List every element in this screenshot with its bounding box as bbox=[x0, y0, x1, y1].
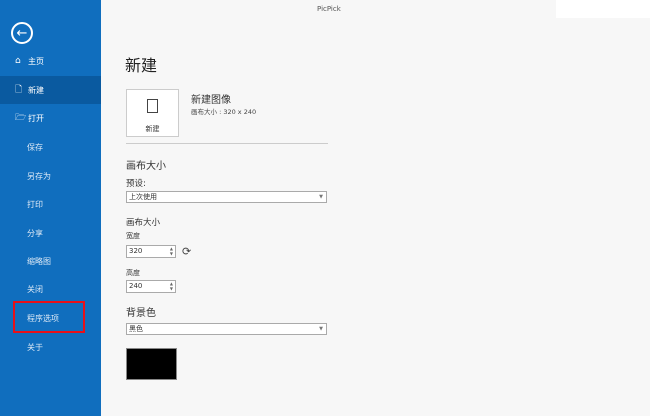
stepper-arrows-icon[interactable]: ▲ ▼ bbox=[170, 246, 173, 256]
width-label: 宽度 bbox=[126, 232, 140, 240]
sidebar-item-save-as[interactable]: 另存为 bbox=[0, 162, 101, 190]
height-value: 240 bbox=[129, 282, 143, 290]
sidebar-item-label: 主页 bbox=[28, 56, 44, 66]
new-image-size: 画布大小 : 320 x 240 bbox=[191, 108, 257, 116]
new-button-label: 新建 bbox=[145, 125, 160, 133]
window-controls[interactable] bbox=[556, 0, 650, 18]
width-value: 320 bbox=[129, 247, 143, 255]
background-color-label: 背景色 bbox=[126, 308, 156, 319]
sidebar-item-home[interactable]: ⌂ 主页 bbox=[0, 47, 101, 75]
background-color-select[interactable]: 黑色 ▼ bbox=[126, 323, 327, 335]
page-title: 新建 bbox=[125, 56, 158, 75]
chevron-down-icon: ▼ bbox=[319, 326, 323, 332]
sidebar-item-close[interactable]: 关闭 bbox=[0, 275, 101, 303]
sidebar-item-thumbnail[interactable]: 缩略图 bbox=[0, 247, 101, 275]
canvas-size-label: 画布大小 bbox=[126, 218, 161, 228]
back-arrow-icon[interactable]: ← bbox=[11, 22, 33, 44]
height-label: 高度 bbox=[126, 269, 140, 277]
sidebar-item-open[interactable]: 🗁 打开 bbox=[0, 104, 101, 132]
highlight-box bbox=[13, 301, 85, 333]
sidebar-item-about[interactable]: 关于 bbox=[0, 333, 101, 361]
preset-select[interactable]: 上次使用 ▼ bbox=[126, 191, 327, 203]
background-color-swatch[interactable] bbox=[126, 348, 177, 380]
stepper-arrows-icon[interactable]: ▲ ▼ bbox=[170, 281, 173, 291]
sidebar: ← ⌂ 主页 🗋 新建 🗁 打开 保存 另存为 打印 分享 缩略图 关闭 程序选项 关… bbox=[0, 0, 101, 416]
refresh-icon[interactable]: ⟳ bbox=[182, 245, 191, 258]
background-color-value: 黑色 bbox=[129, 325, 143, 333]
sidebar-item-share[interactable]: 分享 bbox=[0, 219, 101, 247]
window-title: PicPick bbox=[317, 5, 341, 13]
folder-open-icon: 🗁 bbox=[15, 113, 27, 123]
new-image-title: 新建图像 bbox=[191, 95, 231, 106]
sidebar-item-save[interactable]: 保存 bbox=[0, 133, 101, 161]
sidebar-item-print[interactable]: 打印 bbox=[0, 190, 101, 218]
home-icon: ⌂ bbox=[15, 56, 21, 66]
document-icon: 🗋 bbox=[15, 85, 23, 95]
width-stepper[interactable]: 320 ▲ ▼ bbox=[126, 245, 176, 258]
height-stepper[interactable]: 240 ▲ ▼ bbox=[126, 280, 176, 293]
canvas-section-heading: 画布大小 bbox=[126, 161, 166, 172]
sidebar-item-label: 新建 bbox=[28, 85, 44, 95]
new-image-button[interactable]: 新建 bbox=[126, 89, 179, 137]
divider bbox=[126, 143, 328, 144]
preset-value: 上次使用 bbox=[129, 193, 157, 201]
sidebar-item-new[interactable]: 🗋 新建 bbox=[0, 76, 101, 104]
sidebar-item-label: 打开 bbox=[28, 113, 44, 123]
document-icon bbox=[147, 99, 158, 113]
chevron-down-icon: ▼ bbox=[319, 194, 323, 200]
preset-label: 预设: bbox=[126, 179, 146, 189]
